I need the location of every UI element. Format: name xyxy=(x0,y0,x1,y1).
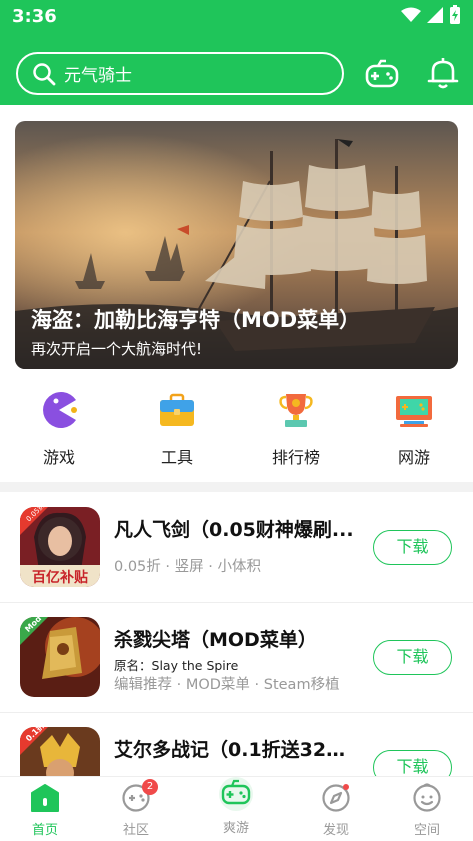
download-button[interactable]: 下载 xyxy=(373,530,452,565)
bottom-tab-bar: 首页 2 社区 爽游 发现 空间 xyxy=(0,776,473,841)
featured-banner[interactable]: 海盗：加勒比海亨特（MOD菜单） 再次开启一个大航海时代! xyxy=(15,121,458,369)
download-button[interactable]: 下载 xyxy=(373,640,452,675)
tab-label: 社区 xyxy=(122,823,149,838)
list-item[interactable]: Mod 杀戮尖塔（MOD菜单） 原名：Slay the Spire 编辑推荐 ·… xyxy=(0,603,473,713)
tab-home[interactable]: 首页 xyxy=(15,783,75,838)
tab-label: 爽游 xyxy=(222,821,249,836)
tab-discover[interactable]: 发现 xyxy=(306,783,366,838)
category-label: 排行榜 xyxy=(271,448,320,467)
app-meta: 0.05折 · 竖屏 · 小体积 xyxy=(114,559,261,575)
tab-label: 空间 xyxy=(413,823,440,838)
app-name: 艾尔多战记（0.1折送3280... xyxy=(114,739,354,761)
banner-title: 海盗：加勒比海亨特（MOD菜单） xyxy=(31,308,361,332)
wifi-icon xyxy=(401,7,421,22)
tab-icon-wrap xyxy=(218,777,254,811)
signal-icon xyxy=(427,7,443,23)
gamepad-icon xyxy=(219,777,253,811)
gamepad-icon[interactable] xyxy=(364,56,400,92)
category-label: 工具 xyxy=(160,448,193,467)
status-icons xyxy=(401,5,461,25)
app-artwork: Mod xyxy=(20,617,100,697)
retro-console-icon xyxy=(396,396,432,427)
notification-badge: 2 xyxy=(142,779,158,795)
original-name-value: Slay the Spire xyxy=(151,658,239,673)
toolbox-icon xyxy=(160,393,194,426)
tab-icon-wrap xyxy=(321,783,351,813)
category-tools[interactable]: 工具 xyxy=(137,390,217,468)
app-thumbnail: 百亿补贴 0.05折 xyxy=(20,507,100,587)
status-time: 3:36 xyxy=(12,6,57,27)
app-name: 凡人飞剑（0.05财神爆刷... xyxy=(114,519,354,541)
tab-label: 首页 xyxy=(31,823,58,838)
search-input[interactable]: 元气骑士 xyxy=(16,52,344,95)
tab-icon-wrap xyxy=(412,783,442,813)
tab-space[interactable]: 空间 xyxy=(397,783,457,838)
profile-icon xyxy=(413,783,441,812)
pacman-icon xyxy=(43,392,77,428)
tab-label: 发现 xyxy=(322,823,349,838)
section-divider xyxy=(0,482,473,492)
battery-icon xyxy=(450,5,460,24)
top-bar: 3:36 元气骑士 xyxy=(0,0,473,105)
trophy-icon xyxy=(279,394,313,427)
compass-icon xyxy=(322,784,350,812)
app-meta: 编辑推荐 · MOD菜单 · Steam移植 xyxy=(114,677,340,693)
original-name-label: 原名： xyxy=(114,658,152,673)
tab-icon-wrap xyxy=(30,783,60,813)
app-thumbnail: Mod xyxy=(20,617,100,697)
app-original-name: 原名：Slay the Spire xyxy=(114,655,238,674)
category-online-games[interactable]: 网游 xyxy=(374,390,454,468)
tab-play[interactable]: 爽游 xyxy=(206,777,266,836)
category-row: 游戏 工具 排行榜 网游 xyxy=(0,390,473,470)
list-item[interactable]: 百亿补贴 0.05折 凡人飞剑（0.05财神爆刷... 0.05折 · 竖屏 ·… xyxy=(0,493,473,603)
search-icon xyxy=(33,62,56,85)
tab-icon-wrap: 2 xyxy=(121,779,158,813)
bell-icon[interactable] xyxy=(425,55,461,91)
category-label: 网游 xyxy=(397,448,430,467)
banner-subtitle: 再次开启一个大航海时代! xyxy=(31,340,203,358)
home-icon xyxy=(31,784,59,812)
app-artwork: 百亿补贴 0.05折 xyxy=(20,507,100,587)
app-name: 杀戮尖塔（MOD菜单） xyxy=(114,629,317,651)
category-label: 游戏 xyxy=(42,448,75,467)
tab-community[interactable]: 2 社区 xyxy=(106,779,166,838)
search-query: 元气骑士 xyxy=(64,66,132,86)
category-rankings[interactable]: 排行榜 xyxy=(256,390,336,468)
category-games[interactable]: 游戏 xyxy=(19,390,99,468)
thumb-caption: 百亿补贴 xyxy=(32,569,88,586)
status-bar: 3:36 xyxy=(0,0,473,34)
